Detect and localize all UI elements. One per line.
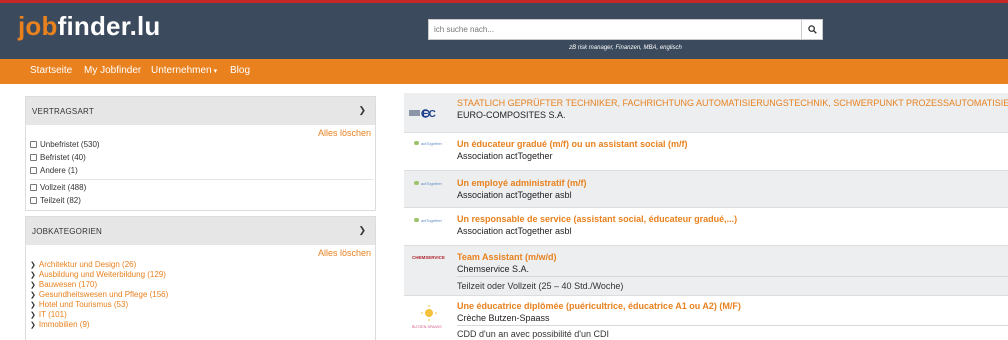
checkbox-vollzeit[interactable]: Vollzeit (488) bbox=[30, 183, 86, 192]
acttogether-logo: actTogether bbox=[409, 216, 449, 224]
acttogether-logo: actTogether bbox=[409, 139, 449, 147]
site-header: jobfinder.lu zB risk manager, Finanzen, … bbox=[0, 3, 1008, 59]
category-item[interactable]: ❯ Immobilien (9) bbox=[30, 320, 90, 329]
category-label: IT (101) bbox=[38, 310, 67, 319]
arrow-right-icon: ❯ bbox=[30, 292, 36, 299]
job-listing[interactable]: CHEMSERVICE Team Assistant (m/w/d) Chems… bbox=[404, 246, 1008, 296]
svg-text:actTogether: actTogether bbox=[421, 218, 443, 223]
job-company: Association actTogether asbl bbox=[457, 190, 572, 200]
category-label: Ausbildung und Weiterbildung (129) bbox=[38, 270, 166, 279]
checkbox-box[interactable] bbox=[30, 167, 37, 174]
job-company: Chemservice S.A. bbox=[457, 264, 530, 274]
search-bar bbox=[428, 19, 823, 40]
category-item[interactable]: ❯ IT (101) bbox=[30, 310, 67, 319]
job-listing[interactable]: actTogether Un responsable de service (a… bbox=[404, 208, 1008, 246]
chemservice-logo: CHEMSERVICE bbox=[409, 253, 449, 261]
category-item[interactable]: ❯ Gesundheitswesen und Pflege (156) bbox=[30, 290, 168, 299]
checkbox-label: Befristet (40) bbox=[40, 153, 86, 162]
jobfinder-logo[interactable]: jobfinder.lu bbox=[18, 11, 161, 42]
search-input[interactable] bbox=[428, 19, 802, 40]
nav-my-jobfinder[interactable]: My Jobfinder bbox=[84, 65, 141, 76]
checkbox-teilzeit[interactable]: Teilzeit (82) bbox=[30, 196, 81, 205]
job-listing[interactable]: actTogether Un employé administratif (m/… bbox=[404, 171, 1008, 208]
caret-down-icon: ▾ bbox=[213, 68, 218, 75]
chevron-down-icon: ❯ bbox=[358, 105, 366, 115]
arrow-right-icon: ❯ bbox=[30, 262, 36, 269]
checkbox-box[interactable] bbox=[30, 141, 37, 148]
jobkategorien-clear-link[interactable]: Alles löschen bbox=[318, 248, 371, 258]
job-title[interactable]: Un responsable de service (assistant soc… bbox=[457, 214, 737, 224]
acttogether-logo: actTogether bbox=[409, 179, 449, 187]
nav-unternehmen[interactable]: Unternehmen ▾ bbox=[151, 65, 217, 76]
creche-butzen-spaass-logo: BUTZEN-SPAASS bbox=[409, 304, 449, 332]
logo-text-finder: finder.lu bbox=[57, 11, 161, 41]
category-item[interactable]: ❯ Bauwesen (170) bbox=[30, 280, 97, 289]
euro-composites-logo: EC bbox=[409, 106, 449, 120]
filter-vertragsart-title: VERTRAGSART bbox=[32, 107, 94, 116]
checkbox-box[interactable] bbox=[30, 154, 37, 161]
category-label: Hotel und Tourismus (53) bbox=[38, 300, 129, 309]
checkbox-box[interactable] bbox=[30, 184, 37, 191]
svg-text:CHEMSERVICE: CHEMSERVICE bbox=[412, 255, 445, 260]
job-listing[interactable]: EC STAATLICH GEPRÜFTER TECHNIKER, FACHRI… bbox=[404, 93, 1008, 133]
checkbox-befristet[interactable]: Befristet (40) bbox=[30, 153, 86, 162]
nav-startseite[interactable]: Startseite bbox=[30, 65, 72, 76]
arrow-right-icon: ❯ bbox=[30, 282, 36, 289]
category-label: Bauwesen (170) bbox=[38, 280, 98, 289]
job-title[interactable]: Un éducateur gradué (m/f) ou un assistan… bbox=[457, 139, 688, 149]
checkbox-andere[interactable]: Andere (1) bbox=[30, 166, 78, 175]
checkbox-label: Unbefristet (530) bbox=[40, 140, 100, 149]
job-title[interactable]: Un employé administratif (m/f) bbox=[457, 178, 587, 188]
checkbox-label: Vollzeit (488) bbox=[40, 183, 87, 192]
filter-divider bbox=[30, 179, 373, 180]
job-listing[interactable]: actTogether Un éducateur gradué (m/f) ou… bbox=[404, 133, 1008, 171]
filter-jobkategorien-header[interactable]: JOBKATEGORIEN ❯ bbox=[26, 217, 375, 245]
job-title[interactable]: Une éducatrice diplômée (puéricultrice, … bbox=[457, 301, 741, 311]
job-divider bbox=[457, 325, 1008, 326]
category-label: Architektur und Design (26) bbox=[38, 260, 137, 269]
svg-text:actTogether: actTogether bbox=[421, 141, 443, 146]
filter-vertragsart: VERTRAGSART ❯ Alles löschen Unbefristet … bbox=[25, 96, 376, 211]
nav-unternehmen-label: Unternehmen bbox=[151, 65, 212, 76]
svg-text:actTogether: actTogether bbox=[421, 181, 443, 186]
checkbox-unbefristet[interactable]: Unbefristet (530) bbox=[30, 140, 100, 149]
chevron-down-icon: ❯ bbox=[358, 225, 366, 235]
filter-jobkategorien: JOBKATEGORIEN ❯ Alles löschen ❯ Architekt… bbox=[25, 216, 376, 340]
logo-text-job: job bbox=[18, 11, 58, 41]
search-button[interactable] bbox=[802, 19, 823, 40]
nav-blog[interactable]: Blog bbox=[230, 65, 250, 76]
job-company: EURO-COMPOSITES S.A. bbox=[457, 110, 566, 120]
job-title[interactable]: STAATLICH GEPRÜFTER TECHNIKER, FACHRICHT… bbox=[457, 98, 1008, 108]
search-icon bbox=[807, 25, 817, 34]
category-item[interactable]: ❯ Architektur und Design (26) bbox=[30, 260, 136, 269]
checkbox-label: Andere (1) bbox=[40, 166, 78, 175]
category-item[interactable]: ❯ Hotel und Tourismus (53) bbox=[30, 300, 128, 309]
filter-jobkategorien-title: JOBKATEGORIEN bbox=[32, 227, 103, 236]
checkbox-box[interactable] bbox=[30, 197, 37, 204]
job-company: Association actTogether bbox=[457, 151, 553, 161]
checkbox-label: Teilzeit (82) bbox=[40, 196, 81, 205]
main-nav: Startseite My Jobfinder Unternehmen ▾ Blo… bbox=[0, 59, 1008, 84]
job-company: Association actTogether asbl bbox=[457, 226, 572, 236]
arrow-right-icon: ❯ bbox=[30, 302, 36, 309]
job-contract-info: Teilzeit oder Vollzeit (25 – 40 Std./Woc… bbox=[457, 281, 624, 291]
job-company: Crèche Butzen-Spaass bbox=[457, 313, 550, 323]
arrow-right-icon: ❯ bbox=[30, 322, 36, 329]
search-hint: zB risk manager, Finanzen, MBA, englisch bbox=[569, 45, 682, 51]
vertragsart-clear-link[interactable]: Alles löschen bbox=[318, 128, 371, 138]
category-label: Gesundheitswesen und Pflege (156) bbox=[38, 290, 169, 299]
arrow-right-icon: ❯ bbox=[30, 312, 36, 319]
filter-vertragsart-header[interactable]: VERTRAGSART ❯ bbox=[26, 97, 375, 125]
job-title[interactable]: Team Assistant (m/w/d) bbox=[457, 252, 557, 262]
arrow-right-icon: ❯ bbox=[30, 272, 36, 279]
job-listing[interactable]: BUTZEN-SPAASS Une éducatrice diplômée (p… bbox=[404, 296, 1008, 340]
job-divider bbox=[457, 276, 1008, 277]
category-label: Immobilien (9) bbox=[38, 320, 90, 329]
category-item[interactable]: ❯ Ausbildung und Weiterbildung (129) bbox=[30, 270, 166, 279]
svg-text:BUTZEN-SPAASS: BUTZEN-SPAASS bbox=[412, 325, 442, 329]
